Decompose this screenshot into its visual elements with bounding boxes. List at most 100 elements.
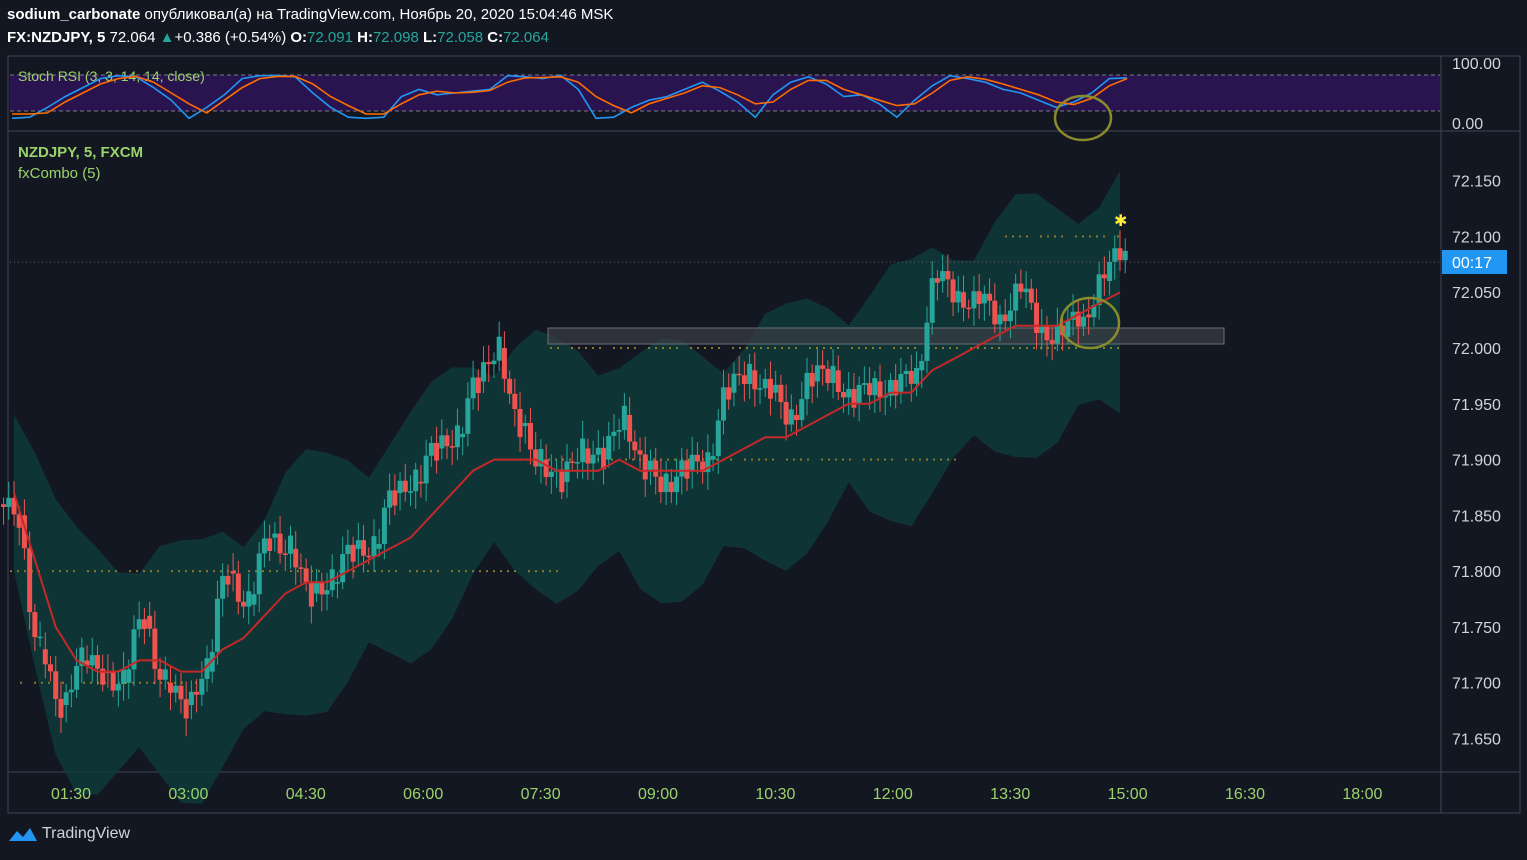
fxcombo-dot <box>667 458 669 461</box>
fxcombo-dot <box>688 458 690 461</box>
fxcombo-dot <box>1047 235 1049 238</box>
time-tick-label: 09:00 <box>638 786 678 803</box>
candle-body <box>976 291 982 304</box>
fxcombo-dot <box>1075 347 1077 349</box>
fxcombo-dot <box>1061 235 1063 238</box>
fxcombo-dot <box>83 681 85 684</box>
candle-body <box>32 612 38 638</box>
candle-body <box>846 388 852 398</box>
candle-body <box>361 540 367 556</box>
candle-body <box>799 399 805 420</box>
time-tick-label: 06:00 <box>403 786 443 803</box>
candle-body <box>1 504 7 507</box>
candle-body <box>261 538 267 554</box>
fxcombo-dot <box>1082 235 1084 238</box>
candle-body <box>1112 248 1118 262</box>
candle-body <box>152 628 158 669</box>
fxcombo-dot <box>52 570 54 573</box>
candle-body <box>1054 325 1060 344</box>
candle-body <box>804 372 810 400</box>
fxcombo-dot <box>991 347 993 349</box>
candle-body <box>324 590 330 595</box>
fxcombo-dot <box>157 570 159 573</box>
fxcombo-dot <box>758 458 760 461</box>
candle-body <box>867 383 873 396</box>
fxcombo-dot <box>739 347 741 349</box>
candle-body <box>48 664 54 672</box>
time-axis[interactable]: 01:30 03:00 04:30 06:00 07:30 09:00 10:30 12:00… <box>51 786 1383 803</box>
candle-body <box>407 491 413 493</box>
fxcombo-dot <box>655 347 657 349</box>
price-tick-label: 71.700 <box>1452 676 1501 693</box>
candle-body <box>1028 288 1034 303</box>
fxcombo-dot <box>585 347 587 349</box>
candle-body <box>872 378 878 396</box>
fxcombo-dot <box>1012 347 1014 349</box>
fxcombo-dot <box>416 570 418 573</box>
candle-body <box>574 462 580 464</box>
candle-body <box>141 619 147 630</box>
fxcombo-dot <box>571 347 573 349</box>
candle-body <box>256 553 262 595</box>
fxcombo-dot <box>213 570 215 573</box>
time-tick-label: 01:30 <box>51 786 91 803</box>
price-tick-label: 72.150 <box>1452 174 1501 191</box>
fxcombo-dot <box>1089 235 1091 238</box>
candle-body <box>235 573 241 602</box>
candle-body <box>1044 325 1050 341</box>
candle-body <box>966 307 972 310</box>
fxcombo-dot <box>823 347 825 349</box>
fxcombo-dot <box>632 458 634 461</box>
fxcombo-dot <box>1054 347 1056 349</box>
fxcombo-dot <box>262 570 264 573</box>
candle-body <box>689 454 695 471</box>
candle-body <box>454 425 460 448</box>
candle-body <box>658 476 664 493</box>
candle-body <box>272 533 278 538</box>
fxcombo-dot <box>774 347 776 349</box>
fxcombo-dot <box>367 570 369 573</box>
fxcombo-dot <box>751 458 753 461</box>
fxcombo-dot <box>1005 235 1007 238</box>
fxcombo-dot <box>430 570 432 573</box>
fxcombo-dot <box>73 570 75 573</box>
candle-body <box>1002 314 1008 322</box>
fxcombo-dot <box>409 570 411 573</box>
candle-body <box>741 375 747 385</box>
candle-body <box>590 454 596 464</box>
fxcombo-dot <box>1103 347 1105 349</box>
fxcombo-dot <box>781 347 783 349</box>
candle-body <box>788 409 794 425</box>
fxcombo-dot <box>528 570 530 573</box>
tradingview-logo[interactable]: TradingView <box>8 825 130 843</box>
candle-body <box>533 449 539 467</box>
candle-body <box>736 373 742 376</box>
candle-body <box>267 538 273 551</box>
candle-body <box>1086 314 1092 318</box>
fxcombo-dot <box>139 681 141 684</box>
candle-body <box>27 548 33 613</box>
fxcombo-dot <box>718 347 720 349</box>
chart-canvas[interactable]: Stoch RSI (3, 3, 14, 14, close) 100.00 0… <box>0 0 1527 860</box>
candle-body <box>434 442 440 461</box>
fxcombo-dot <box>318 570 320 573</box>
candle-body <box>580 438 586 463</box>
fxcombo-dot <box>94 570 96 573</box>
fxcombo-dot <box>935 347 937 349</box>
candle-body <box>314 582 320 594</box>
candle-body <box>501 348 507 379</box>
fxcombo-dot <box>697 347 699 349</box>
candle-body <box>606 435 612 460</box>
fxcombo-dot <box>690 347 692 349</box>
candle-body <box>945 271 951 280</box>
price-tick-label: 71.850 <box>1452 508 1501 525</box>
candle-body <box>6 497 12 507</box>
fxcombo-dot <box>872 347 874 349</box>
fxcombo-dot <box>592 347 594 349</box>
candle-body <box>647 460 653 471</box>
price-tick-label: 71.950 <box>1452 397 1501 414</box>
main-legend-symbol: NZDJPY, 5, FXCM <box>18 144 143 161</box>
fxcombo-dot <box>290 570 292 573</box>
fxcombo-dot <box>206 570 208 573</box>
fxcombo-dot <box>800 458 802 461</box>
